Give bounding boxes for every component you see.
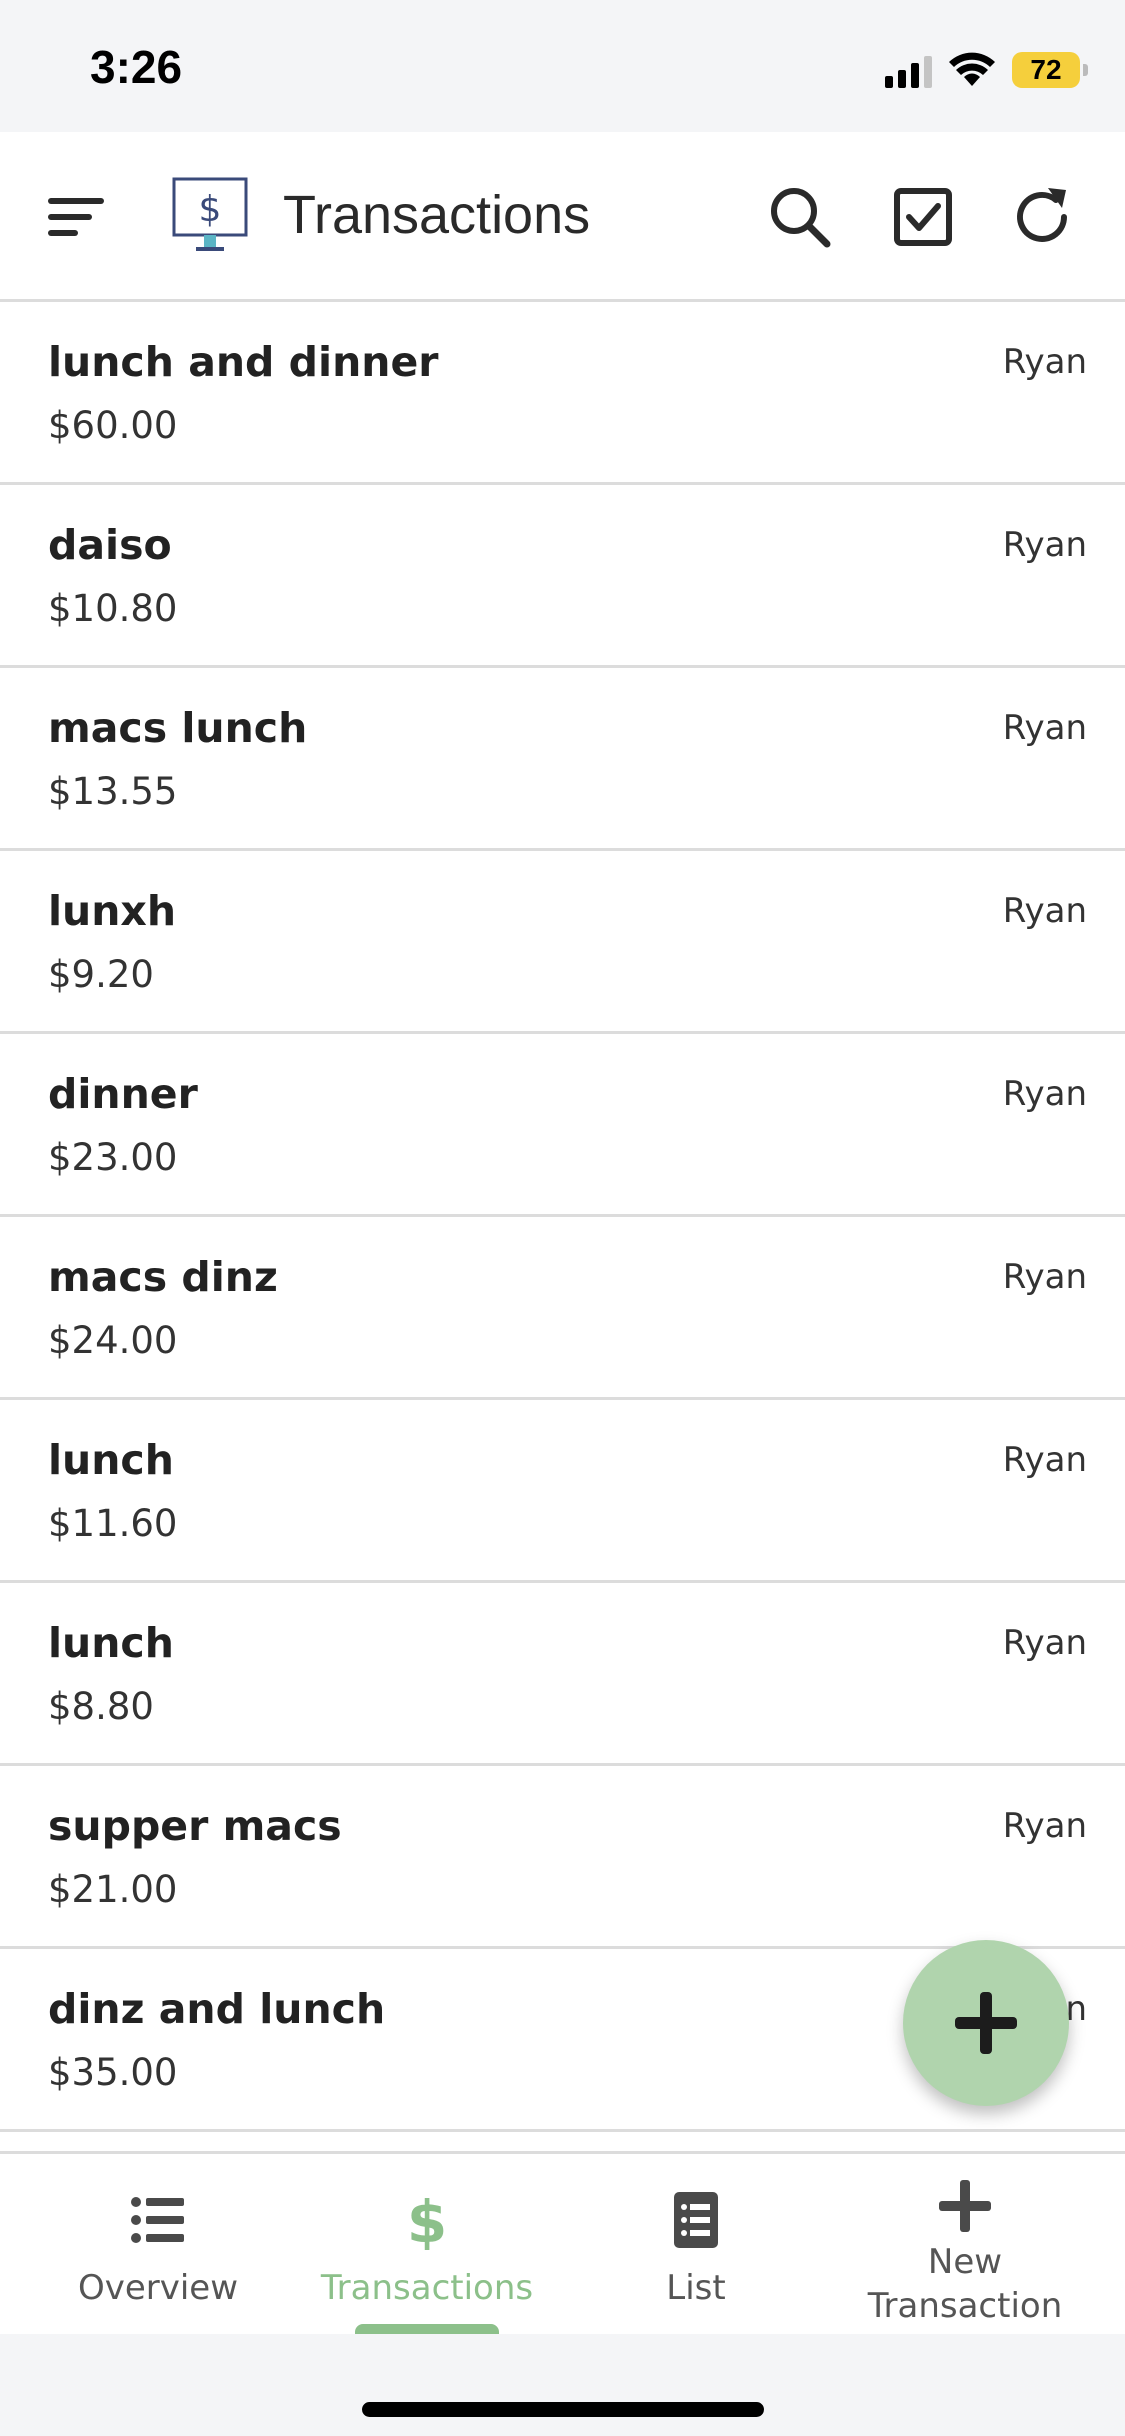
transaction-row[interactable]: macs lunch $13.55 Ryan xyxy=(0,668,1125,851)
home-indicator xyxy=(362,2402,764,2417)
transaction-user: Ryan xyxy=(1002,1623,1087,1663)
transaction-name: lunch and dinner xyxy=(48,338,439,386)
transaction-amount: $23.00 xyxy=(48,1136,178,1179)
transaction-row[interactable]: lunch $11.60 Ryan xyxy=(0,1400,1125,1583)
transaction-name: lunch xyxy=(48,1436,174,1484)
nav-new-transaction[interactable]: New Transaction xyxy=(830,2154,1100,2337)
list-bullets-icon xyxy=(131,2197,184,2243)
status-time: 3:26 xyxy=(90,41,183,93)
plus-icon xyxy=(939,2180,991,2232)
transaction-row[interactable]: supper macs $21.00 Ryan xyxy=(0,1766,1125,1949)
search-icon[interactable] xyxy=(765,182,835,252)
transaction-user: Ryan xyxy=(1002,1440,1087,1480)
transaction-row[interactable]: daiso $10.80 Ryan xyxy=(0,485,1125,668)
transaction-amount: $21.00 xyxy=(48,1868,178,1911)
transaction-name: macs lunch xyxy=(48,704,308,752)
transaction-amount: $60.00 xyxy=(48,404,178,447)
document-list-icon xyxy=(674,2192,718,2248)
svg-text:$: $ xyxy=(199,189,222,230)
app-logo-icon: $ xyxy=(172,177,248,251)
battery-level: 72 xyxy=(1030,54,1062,85)
transaction-amount: $9.20 xyxy=(48,953,154,996)
bottom-nav: Overview $ Transactions List New Transac… xyxy=(0,2151,1125,2337)
transaction-amount: $24.00 xyxy=(48,1319,178,1362)
svg-text:$: $ xyxy=(407,2190,447,2250)
menu-icon[interactable] xyxy=(48,194,106,240)
battery-icon: 72 xyxy=(1012,52,1088,88)
page-title: Transactions xyxy=(283,185,591,245)
transaction-amount: $8.80 xyxy=(48,1685,154,1728)
nav-new-label-line1: New xyxy=(927,2242,1003,2282)
nav-list[interactable]: List xyxy=(561,2154,831,2337)
transaction-row[interactable]: lunch and dinner $60.00 Ryan xyxy=(0,302,1125,485)
plus-icon xyxy=(955,1992,1017,2054)
dollar-icon: $ xyxy=(407,2190,447,2250)
transaction-user: Ryan xyxy=(1002,1074,1087,1114)
transaction-amount: $10.80 xyxy=(48,587,178,630)
transaction-amount: $11.60 xyxy=(48,1502,178,1545)
refresh-icon[interactable] xyxy=(1008,182,1078,252)
transaction-user: Ryan xyxy=(1002,708,1087,748)
nav-new-label-line2: Transaction xyxy=(867,2286,1063,2326)
transaction-name: lunch xyxy=(48,1619,174,1667)
transaction-amount: $13.55 xyxy=(48,770,178,813)
nav-overview-label: Overview xyxy=(77,2268,239,2308)
transaction-row[interactable]: lunxh $9.20 Ryan xyxy=(0,851,1125,1034)
transaction-user: Ryan xyxy=(1002,342,1087,382)
status-bar: 3:26 72 xyxy=(0,0,1125,132)
home-area xyxy=(0,2334,1125,2436)
wifi-icon xyxy=(949,52,995,86)
transaction-user: Ryan xyxy=(1002,525,1087,565)
transaction-user: Ryan xyxy=(1002,1257,1087,1297)
status-icons: 72 xyxy=(885,48,1088,92)
transaction-row[interactable]: lunch $8.80 Ryan xyxy=(0,1583,1125,1766)
signal-icon xyxy=(885,52,932,88)
transaction-user: Ryan xyxy=(1002,891,1087,931)
transaction-list: lunch and dinner $60.00 Ryan daiso $10.8… xyxy=(0,302,1125,2132)
transaction-row[interactable]: macs dinz $24.00 Ryan xyxy=(0,1217,1125,1400)
transaction-name: daiso xyxy=(48,521,172,569)
app-bar: $ Transactions xyxy=(0,132,1125,302)
transaction-name: supper macs xyxy=(48,1802,342,1850)
nav-overview[interactable]: Overview xyxy=(23,2154,293,2337)
transaction-amount: $35.00 xyxy=(48,2051,178,2094)
transaction-name: dinz and lunch xyxy=(48,1985,386,2033)
nav-list-label: List xyxy=(666,2268,726,2308)
checkbox-icon[interactable] xyxy=(888,182,958,252)
transaction-row[interactable]: dinner $23.00 Ryan xyxy=(0,1034,1125,1217)
transaction-user: Ryan xyxy=(1002,1806,1087,1846)
transaction-name: lunxh xyxy=(48,887,177,935)
add-transaction-fab[interactable] xyxy=(903,1940,1069,2106)
nav-transactions[interactable]: $ Transactions xyxy=(292,2154,562,2337)
nav-transactions-label: Transactions xyxy=(320,2268,534,2308)
transaction-name: macs dinz xyxy=(48,1253,278,1301)
nav-new-transaction-label: New Transaction xyxy=(830,2240,1100,2328)
transaction-name: dinner xyxy=(48,1070,198,1118)
